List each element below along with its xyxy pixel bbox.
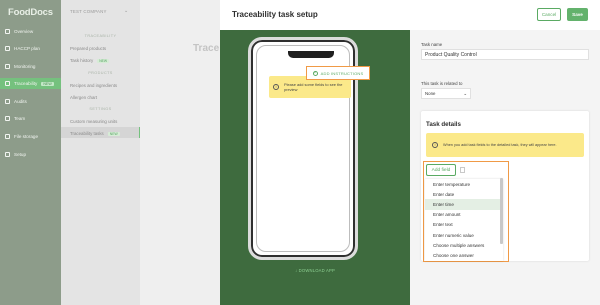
trace-icon <box>5 81 10 86</box>
subnav-item-label: Recipes and ingredients <box>70 83 118 88</box>
subnav-item-custom-units[interactable]: Custom measuring units <box>70 119 117 124</box>
sidebar-item-team[interactable]: Team <box>0 113 61 124</box>
task-details-alert-text: When you add task fields to the detailed… <box>443 142 557 147</box>
cancel-button[interactable]: Cancel <box>537 8 561 21</box>
phone-notch <box>288 51 334 58</box>
info-icon: ! <box>273 84 279 90</box>
field-option-one[interactable]: Choose one answer <box>425 250 503 260</box>
app-logo: FoodDocs <box>8 7 53 18</box>
sidebar-item-file-storage[interactable]: File storage <box>0 131 61 142</box>
field-option-date[interactable]: Enter date <box>425 189 503 199</box>
related-label: This task is related to <box>421 81 463 86</box>
subnav-item-label: Allergen chart <box>70 95 98 100</box>
sidebar-item-label: Audits <box>14 99 27 104</box>
field-option-multiple[interactable]: Choose multiple answers <box>425 240 503 250</box>
subnav-item-traceability-tasks[interactable]: Traceability tasks NEW <box>70 131 120 136</box>
field-option-temperature[interactable]: Enter temperature <box>425 179 503 189</box>
task-details-title: Task details <box>426 121 461 128</box>
download-app-link[interactable]: ↓ DOWNLOAD APP <box>220 268 410 273</box>
sidebar-item-overview[interactable]: Overview <box>0 26 61 37</box>
sidebar-item-label: Traceability <box>14 81 38 86</box>
main-sidebar: FoodDocs Overview HACCP plan Monitoring … <box>0 0 61 305</box>
sidebar-item-label: Overview <box>14 29 34 34</box>
sidebar-item-label: File storage <box>14 134 39 139</box>
company-selector[interactable]: TEST COMPANY <box>70 9 107 14</box>
task-details-alert: ! When you add task fields to the detail… <box>426 133 584 157</box>
modal-title: Traceability task setup <box>232 10 318 19</box>
sidebar-item-label: Monitoring <box>14 64 36 69</box>
chevron-down-icon[interactable]: ⌄ <box>124 8 128 14</box>
dropdown-scrollbar[interactable] <box>500 178 503 244</box>
subnav-item-allergen-chart[interactable]: Allergen chart <box>70 95 97 100</box>
sidebar-item-label: Team <box>14 116 26 121</box>
subnav-item-label: Task history <box>70 58 94 63</box>
background-page-title: Trace <box>193 43 220 54</box>
add-field-button[interactable]: Add field <box>426 164 456 176</box>
sidebar-item-monitoring[interactable]: Monitoring <box>0 61 61 72</box>
related-select[interactable]: None ⌄ <box>421 88 471 99</box>
home-icon <box>5 29 10 34</box>
task-name-input[interactable]: Product Quality Control <box>421 49 589 60</box>
field-option-text[interactable]: Enter text <box>425 220 503 230</box>
new-badge: NEW <box>107 131 120 136</box>
add-instructions-label: ADD INSTRUCTIONS <box>320 70 364 76</box>
subnav-item-prepared-products[interactable]: Prepared products <box>70 46 106 51</box>
related-select-value: None <box>425 91 436 96</box>
sidebar-item-label: HACCP plan <box>14 46 40 51</box>
subnav-item-label: Custom measuring units <box>70 119 118 124</box>
book-icon <box>5 46 10 51</box>
plus-circle-icon: + <box>312 70 318 76</box>
sidebar-item-traceability[interactable]: Traceability NEW <box>0 78 61 89</box>
task-name-label: Task name <box>421 42 443 47</box>
add-instructions-button[interactable]: + ADD INSTRUCTIONS <box>306 66 370 80</box>
sidebar-item-label: Setup <box>14 152 27 157</box>
field-type-dropdown: Enter temperature Enter date Enter time … <box>425 179 503 261</box>
preview-alert-text: Please add some fields to see the previe… <box>284 82 343 92</box>
info-icon: ! <box>432 142 438 148</box>
subnav-item-label: Traceability tasks <box>70 131 104 136</box>
sub-navigation: TEST COMPANY ⌄ TRACEABILITY Prepared pro… <box>61 0 140 305</box>
section-title-settings: SETTINGS <box>89 107 112 111</box>
trash-icon[interactable] <box>460 167 465 173</box>
sidebar-item-audits[interactable]: Audits <box>0 96 61 107</box>
gear-icon <box>5 152 10 157</box>
audit-icon <box>5 99 10 104</box>
subnav-item-recipes[interactable]: Recipes and ingredients <box>70 83 117 88</box>
new-badge: NEW <box>41 81 54 86</box>
save-button[interactable]: Save <box>567 8 588 21</box>
field-option-numeric[interactable]: Enter numeric value <box>425 230 503 240</box>
team-icon <box>5 116 10 121</box>
folder-icon <box>5 134 10 139</box>
subnav-item-label: Prepared products <box>70 46 107 51</box>
section-title-products: PRODUCTS <box>88 71 113 75</box>
section-title-traceability: TRACEABILITY <box>84 34 117 38</box>
chevron-down-icon: ⌄ <box>463 90 467 96</box>
field-option-amount[interactable]: Enter amount <box>425 210 503 220</box>
field-option-time[interactable]: Enter time <box>425 199 503 210</box>
sidebar-item-setup[interactable]: Setup <box>0 149 61 160</box>
chart-icon <box>5 64 10 69</box>
new-badge: NEW <box>97 58 110 63</box>
sidebar-item-haccp-plan[interactable]: HACCP plan <box>0 43 61 54</box>
subnav-item-task-history[interactable]: Task history NEW <box>70 58 110 63</box>
